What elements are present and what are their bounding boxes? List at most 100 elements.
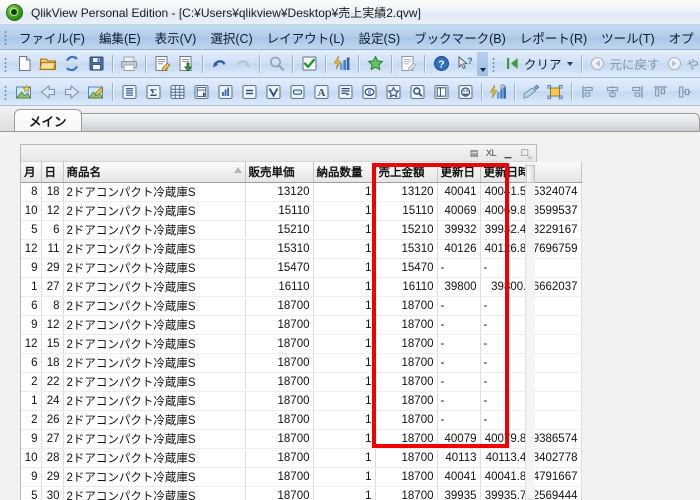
cell-sales-amount[interactable]: 16110: [375, 277, 438, 297]
cell-day[interactable]: 18: [41, 182, 64, 202]
undo-selection-button[interactable]: 元に戻す: [586, 53, 663, 75]
table-vertical-scrollbar[interactable]: [525, 155, 535, 500]
selection-toolbar-grip[interactable]: [490, 55, 497, 72]
cell-day[interactable]: 27: [41, 429, 64, 449]
menu-item-view[interactable]: 表示(V): [148, 26, 204, 49]
table-row[interactable]: 12112ドアコンパクト冷蔵庫S153101153104012640126.83…: [21, 239, 582, 259]
cell-day[interactable]: 30: [41, 486, 64, 500]
cell-unit-price[interactable]: 18700: [245, 296, 314, 316]
cell-sales-amount[interactable]: 18700: [375, 334, 438, 354]
menu-item-reports[interactable]: レポート(R): [513, 26, 594, 49]
edit-script-icon[interactable]: [151, 53, 173, 75]
save-icon[interactable]: [85, 53, 107, 75]
reload-icon[interactable]: [61, 53, 83, 75]
statistics-box-icon[interactable]: Σ: [142, 81, 164, 103]
cell-month[interactable]: 2: [21, 372, 42, 392]
format-painter-icon[interactable]: [520, 81, 542, 103]
open-document-icon[interactable]: [37, 53, 59, 75]
cell-product[interactable]: 2ドアコンパクト冷蔵庫S: [63, 182, 246, 202]
new-document-icon[interactable]: [13, 53, 35, 75]
cell-unit-price[interactable]: 15470: [245, 258, 314, 278]
cell-unit-price[interactable]: 16110: [245, 277, 314, 297]
standard-toolbar-overflow-button[interactable]: [477, 51, 488, 76]
cell-sales-amount[interactable]: 18700: [375, 410, 438, 430]
multi-box-icon[interactable]: [166, 81, 188, 103]
cell-update-date[interactable]: 40126: [437, 239, 481, 259]
cell-day[interactable]: 11: [41, 239, 64, 259]
cell-unit-price[interactable]: 15210: [245, 220, 314, 240]
cell-sales-amount[interactable]: 15470: [375, 258, 438, 278]
new-sheet-icon[interactable]: [13, 81, 35, 103]
cell-product[interactable]: 2ドアコンパクト冷蔵庫S: [63, 353, 246, 373]
column-header-day[interactable]: 日: [41, 162, 64, 183]
cell-quantity[interactable]: 1: [313, 239, 376, 259]
column-header-unit-price[interactable]: 販売単価: [245, 162, 314, 183]
cell-sales-amount[interactable]: 18700: [375, 372, 438, 392]
edit-module-icon[interactable]: [397, 53, 419, 75]
cell-day[interactable]: 12: [41, 201, 64, 221]
cell-product[interactable]: 2ドアコンパクト冷蔵庫S: [63, 391, 246, 411]
cell-month[interactable]: 1: [21, 391, 42, 411]
cell-month[interactable]: 9: [21, 467, 42, 487]
promote-sheet-icon[interactable]: [37, 81, 59, 103]
load-data-icon[interactable]: [175, 53, 197, 75]
slider-calendar-icon[interactable]: 6: [358, 81, 380, 103]
menu-item-tools[interactable]: ツール(T): [594, 26, 661, 49]
clear-selections-button[interactable]: クリア: [500, 53, 577, 75]
standard-toolbar-grip[interactable]: [2, 55, 9, 72]
cell-unit-price[interactable]: 18700: [245, 429, 314, 449]
cell-sales-amount[interactable]: 18700: [375, 467, 438, 487]
cell-sales-amount[interactable]: 18700: [375, 296, 438, 316]
design-toolbar-grip[interactable]: [2, 83, 9, 100]
cell-product[interactable]: 2ドアコンパクト冷蔵庫S: [63, 201, 246, 221]
table-row[interactable]: 10122ドアコンパクト冷蔵庫S151101151104006940069.89…: [21, 201, 582, 221]
send-to-excel-icon[interactable]: XL: [484, 147, 498, 160]
table-row[interactable]: 2 22 2ドアコンパクト冷蔵庫S 18700 1 18700- -: [21, 372, 582, 392]
cell-month[interactable]: 8: [21, 182, 42, 202]
menu-item-bookmarks[interactable]: ブックマーク(B): [407, 26, 513, 49]
sheet-tab-empty-area[interactable]: [80, 113, 700, 131]
cell-month[interactable]: 5: [21, 220, 42, 240]
column-header-quantity[interactable]: 納品数量: [313, 162, 376, 183]
cell-quantity[interactable]: 1: [313, 296, 376, 316]
column-header-month[interactable]: 月: [21, 162, 42, 183]
menu-item-selection[interactable]: 選択(C): [203, 26, 259, 49]
table-row[interactable]: 6 18 2ドアコンパクト冷蔵庫S 18700 1 18700- -: [21, 353, 582, 373]
cell-month[interactable]: 9: [21, 315, 42, 335]
redo-selection-label[interactable]: やり直し: [687, 54, 700, 73]
forward-arrow-icon[interactable]: [664, 53, 686, 75]
menu-grip-handle[interactable]: [2, 29, 9, 45]
cell-update-date[interactable]: -: [437, 391, 481, 411]
cell-update-date[interactable]: -: [437, 258, 481, 278]
cell-day[interactable]: 24: [41, 391, 64, 411]
cell-sales-amount[interactable]: 18700: [375, 353, 438, 373]
cell-day[interactable]: 26: [41, 410, 64, 430]
cell-update-date[interactable]: -: [437, 353, 481, 373]
cell-month[interactable]: 9: [21, 429, 42, 449]
cell-quantity[interactable]: 1: [313, 486, 376, 500]
cell-product[interactable]: 2ドアコンパクト冷蔵庫S: [63, 315, 246, 335]
cell-quantity[interactable]: 1: [313, 372, 376, 392]
cell-update-date[interactable]: 39935: [437, 486, 481, 500]
cell-product[interactable]: 2ドアコンパクト冷蔵庫S: [63, 410, 246, 430]
demote-sheet-icon[interactable]: [61, 81, 83, 103]
cell-update-date[interactable]: 40069: [437, 201, 481, 221]
cell-month[interactable]: 6: [21, 353, 42, 373]
cell-day[interactable]: 27: [41, 277, 64, 297]
cell-unit-price[interactable]: 13120: [245, 182, 314, 202]
cell-update-date[interactable]: 40113: [437, 448, 481, 468]
cell-update-date[interactable]: -: [437, 410, 481, 430]
table-row[interactable]: 9292ドアコンパクト冷蔵庫S187001187004004140041.874…: [21, 467, 582, 487]
cell-quantity[interactable]: 1: [313, 334, 376, 354]
bookmark-object-icon[interactable]: [382, 81, 404, 103]
table-row[interactable]: 562ドアコンパクト冷蔵庫S152101152103993239932.4432…: [21, 220, 582, 240]
redo-icon[interactable]: [232, 53, 254, 75]
cell-day[interactable]: 6: [41, 220, 64, 240]
cell-product[interactable]: 2ドアコンパクト冷蔵庫S: [63, 334, 246, 354]
container-icon[interactable]: [430, 81, 452, 103]
cell-sales-amount[interactable]: 18700: [375, 429, 438, 449]
cell-unit-price[interactable]: 18700: [245, 315, 314, 335]
cell-quantity[interactable]: 1: [313, 467, 376, 487]
menu-item-edit[interactable]: 編集(E): [92, 26, 148, 49]
cell-day[interactable]: 18: [41, 353, 64, 373]
